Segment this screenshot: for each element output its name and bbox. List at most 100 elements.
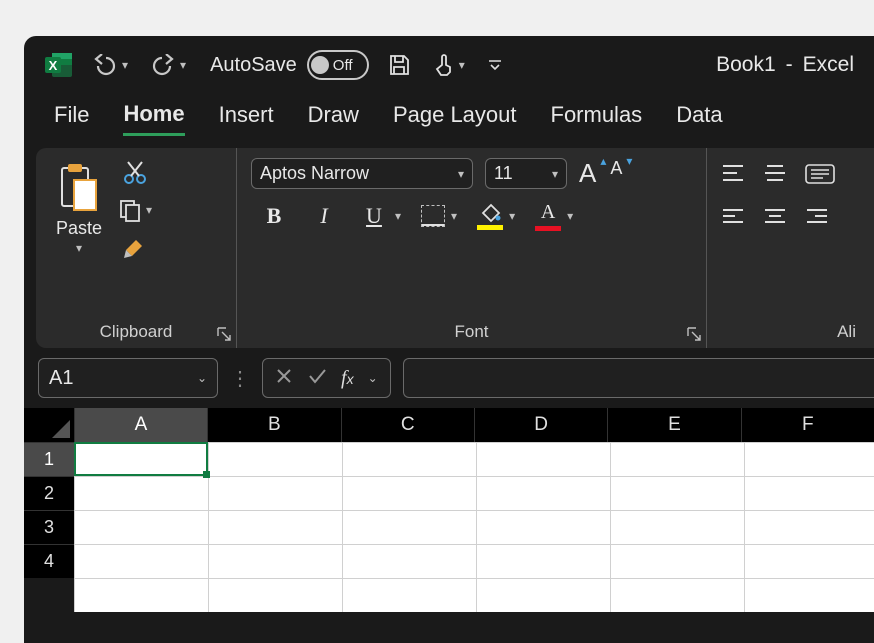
letter-a-icon: A (541, 201, 555, 224)
down-arrow-icon: ▾ (626, 154, 632, 168)
chevron-down-icon: ▾ (180, 58, 186, 72)
active-cell[interactable] (74, 442, 208, 476)
app-name: Excel (803, 53, 854, 77)
decrease-font-size-button[interactable]: A ▾ (610, 158, 622, 189)
tab-page-layout[interactable]: Page Layout (393, 102, 517, 134)
align-right-button[interactable] (805, 207, 829, 232)
letter-a-icon: A (610, 158, 622, 178)
tab-home[interactable]: Home (123, 101, 184, 136)
italic-button[interactable]: I (309, 203, 339, 229)
paint-bucket-icon (479, 203, 501, 223)
autosave-label: AutoSave (210, 54, 297, 77)
align-left-button[interactable] (721, 207, 745, 232)
app-window: X ▾ ▾ AutoSave Off ▾ Book1 (24, 36, 874, 643)
tab-formulas[interactable]: Formulas (551, 102, 643, 134)
svg-text:X: X (49, 58, 58, 73)
fill-color-button[interactable]: ▾ (477, 203, 515, 230)
column-header-f[interactable]: F (741, 408, 874, 442)
row-header-2[interactable]: 2 (24, 476, 74, 510)
format-painter-button[interactable] (122, 234, 148, 260)
underline-icon: U (359, 203, 389, 229)
select-all-corner[interactable] (24, 408, 74, 442)
cancel-formula-button[interactable] (275, 367, 293, 390)
column-header-a[interactable]: A (74, 408, 207, 442)
row-headers: 1 2 3 4 (24, 442, 74, 612)
ribbon-tabs: File Home Insert Draw Page Layout Formul… (24, 94, 874, 142)
cells-area[interactable] (74, 442, 874, 612)
chevron-down-icon: ▾ (567, 209, 573, 223)
insert-function-button[interactable]: fx (341, 367, 354, 390)
borders-button[interactable]: ▾ (421, 205, 457, 227)
group-alignment: Ali (706, 148, 874, 348)
title-separator: - (786, 53, 793, 77)
document-name: Book1 (716, 53, 776, 77)
chevron-down-icon: ▾ (76, 241, 82, 255)
chevron-down-icon: ⌄ (197, 371, 207, 385)
font-size-combo[interactable]: 11 ▾ (485, 158, 567, 189)
formula-input[interactable] (403, 358, 874, 398)
copy-icon (118, 198, 142, 222)
autosave-toggle[interactable]: Off (307, 50, 369, 80)
font-size-value: 11 (494, 163, 513, 184)
paste-label: Paste (56, 218, 102, 239)
redo-button[interactable]: ▾ (146, 50, 190, 80)
save-button[interactable] (383, 49, 415, 81)
tab-draw[interactable]: Draw (308, 102, 359, 134)
clipboard-dialog-launcher[interactable] (216, 326, 234, 344)
group-font: Aptos Narrow ▾ 11 ▾ A ▴ A (236, 148, 706, 348)
bold-button[interactable]: B (259, 203, 289, 229)
title-bar: X ▾ ▾ AutoSave Off ▾ Book1 (24, 36, 874, 94)
column-header-c[interactable]: C (341, 408, 474, 442)
column-header-e[interactable]: E (607, 408, 740, 442)
customize-qat-button[interactable] (483, 53, 507, 77)
underline-button[interactable]: U ▾ (359, 203, 401, 229)
undo-button[interactable]: ▾ (88, 50, 132, 80)
font-dialog-launcher[interactable] (686, 326, 704, 344)
window-title: Book1 - Excel (716, 53, 854, 77)
font-color-button[interactable]: A ▾ (535, 201, 573, 231)
chevron-down-icon: ▾ (451, 209, 457, 223)
tab-data[interactable]: Data (676, 102, 722, 134)
align-bottom-button[interactable] (805, 164, 835, 189)
formula-bar: A1 ⌄ ⋮ fx ⌄ (24, 348, 874, 408)
up-arrow-icon: ▴ (600, 154, 606, 168)
column-header-d[interactable]: D (474, 408, 607, 442)
chevron-down-icon: ▾ (459, 58, 465, 72)
group-label-clipboard: Clipboard (50, 316, 222, 342)
chevron-down-icon: ▾ (458, 167, 464, 181)
row-header-1[interactable]: 1 (24, 442, 74, 476)
increase-font-size-button[interactable]: A ▴ (579, 158, 596, 189)
tab-insert[interactable]: Insert (219, 102, 274, 134)
group-label-font: Font (251, 316, 692, 342)
cut-button[interactable] (122, 160, 148, 186)
paste-button[interactable]: Paste ▾ (50, 158, 108, 316)
name-box-value: A1 (49, 367, 73, 390)
excel-app-icon: X (44, 50, 74, 80)
chevron-down-icon: ▾ (395, 209, 401, 223)
paintbrush-icon (122, 234, 148, 260)
column-header-b[interactable]: B (207, 408, 340, 442)
group-label-alignment: Ali (721, 316, 860, 342)
toggle-knob (311, 56, 329, 74)
chevron-down-icon[interactable]: ⌄ (368, 371, 378, 385)
align-center-button[interactable] (763, 207, 787, 232)
group-clipboard: Paste ▾ (36, 148, 236, 348)
row-header-4[interactable]: 4 (24, 544, 74, 578)
ribbon: Paste ▾ (36, 148, 874, 348)
align-top-button[interactable] (721, 164, 745, 189)
font-name-combo[interactable]: Aptos Narrow ▾ (251, 158, 473, 189)
formula-bar-separator: ⋮ (230, 366, 250, 391)
align-middle-button[interactable] (763, 164, 787, 189)
row-header-3[interactable]: 3 (24, 510, 74, 544)
enter-formula-button[interactable] (307, 367, 327, 390)
touch-mode-button[interactable]: ▾ (429, 49, 469, 81)
autosave-state: Off (333, 57, 353, 74)
copy-button[interactable]: ▾ (118, 198, 152, 222)
chevron-down-icon: ▾ (509, 209, 515, 223)
scissors-icon (122, 160, 148, 186)
chevron-down-icon: ▾ (122, 58, 128, 72)
tab-file[interactable]: File (54, 102, 89, 134)
chevron-down-icon: ▾ (552, 167, 558, 181)
name-box[interactable]: A1 ⌄ (38, 358, 218, 398)
chevron-down-icon: ▾ (146, 203, 152, 217)
